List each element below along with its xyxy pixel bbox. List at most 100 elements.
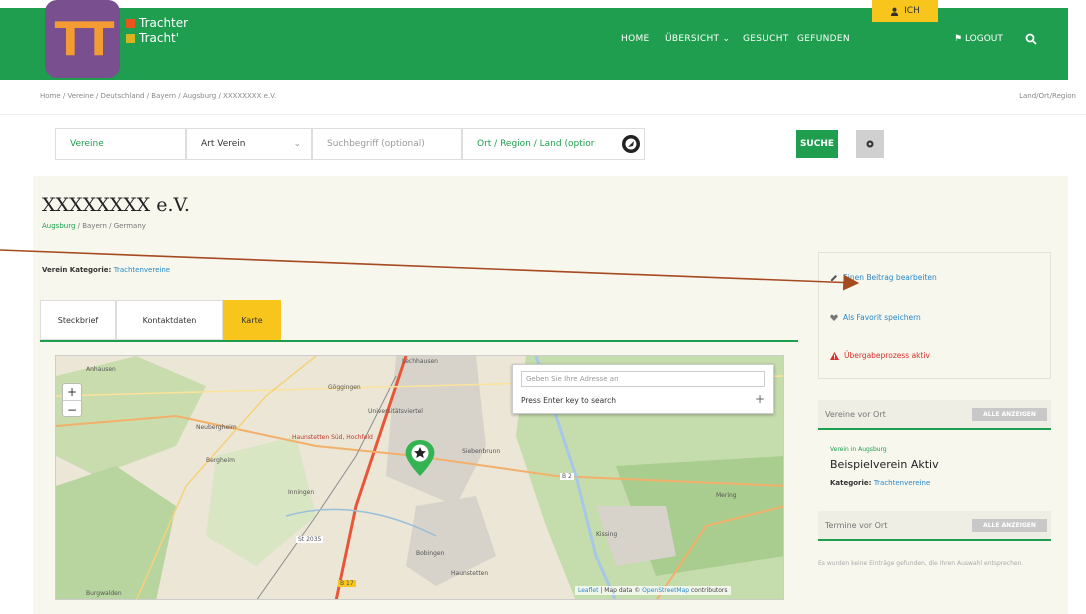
art-verein-select[interactable]: Art Verein ⌄ (186, 128, 312, 160)
tab-steckbrief[interactable]: Steckbrief (40, 300, 116, 340)
item-title[interactable]: Beispielverein Aktiv (830, 458, 939, 471)
map-label: B 2 (560, 473, 574, 480)
page: TT Trachter Tracht' HOME ÜBERSICHT ⌄ GES… (0, 0, 1086, 614)
brand-square-icon (126, 34, 135, 43)
map-label: Haunstetten (451, 570, 489, 577)
map-label: Haunstetten Süd, Hochfeld (292, 434, 373, 441)
map-label: Inningen (288, 489, 315, 496)
address-search-input[interactable]: Geben Sie Ihre Adresse an (521, 371, 765, 387)
item-category: Kategorie: Trachtenvereine (830, 479, 930, 487)
edit-entry-link[interactable]: Einen Beitrag bearbeiten (830, 273, 937, 282)
breadcrumb[interactable]: Home / Vereine / Deutschland / Bayern / … (40, 92, 276, 100)
show-all-vereine-button[interactable]: ALLE ANZEIGEN (972, 408, 1047, 421)
geocoder-panel: Geben Sie Ihre Adresse an Press Enter ke… (512, 364, 774, 414)
transfer-label: Übergabeprozess aktiv (844, 351, 930, 360)
termine-header-label: Termine vor Ort (825, 521, 888, 530)
art-verein-label: Art Verein (201, 139, 246, 149)
map-label: Universitätsviertel (368, 408, 423, 415)
nav-gefunden[interactable]: GEFUNDEN (797, 34, 850, 44)
item-category-link[interactable]: Trachtenvereine (874, 479, 930, 487)
zoom-out-button[interactable]: − (63, 401, 81, 418)
map-label: Siebenbrunn (462, 448, 501, 455)
attribution-end: contributors (689, 587, 728, 594)
tab-underline (40, 340, 798, 342)
osm-link[interactable]: OpenStreetMap (642, 587, 689, 594)
category-label: Verein Kategorie: (42, 266, 114, 274)
location-rest: / Bayern / Germany (75, 222, 146, 230)
logo[interactable]: TT (45, 0, 120, 78)
tab-label: Steckbrief (57, 315, 99, 325)
locate-icon[interactable] (621, 134, 641, 154)
logout-link[interactable]: ⚑ LOGOUT (954, 34, 1003, 44)
map-label: Göggingen (328, 384, 361, 391)
map-label: Bobingen (416, 550, 445, 557)
transfer-status[interactable]: Übergabeprozess aktiv (830, 351, 930, 360)
map-label: Neubergheim (196, 424, 237, 431)
search-submit-label: SUCHE (799, 139, 835, 149)
breadcrumb-right: Land/Ort/Region (1019, 92, 1076, 100)
geocoder-hint: Press Enter key to search (521, 396, 616, 405)
keyword-input[interactable]: Suchbegriff (optional) (312, 128, 462, 160)
keyword-placeholder: Suchbegriff (optional) (327, 139, 425, 149)
logo-text: TT (54, 12, 115, 66)
flag-icon: ⚑ (954, 34, 963, 44)
vereine-header-label: Vereine vor Ort (825, 410, 886, 419)
map-label: Bergheim (206, 457, 235, 464)
breadcrumb-bar: Home / Vereine / Deutschland / Bayern / … (0, 86, 1086, 108)
favorite-label: Als Favorit speichern (843, 313, 921, 322)
club-location: Augsburg / Bayern / Germany (42, 222, 146, 230)
map-label: Anhausen (86, 366, 116, 373)
attribution-text: | Map data © (598, 587, 643, 594)
club-category: Verein Kategorie: Trachtenvereine (42, 266, 170, 274)
search-icon[interactable] (1025, 33, 1037, 45)
edit-entry-label: Einen Beitrag bearbeiten (843, 273, 937, 282)
nav-uebersicht[interactable]: ÜBERSICHT ⌄ (665, 34, 730, 44)
show-all-termine-button[interactable]: ALLE ANZEIGEN (972, 519, 1047, 532)
pencil-icon (831, 274, 837, 281)
map-attribution: Leaflet | Map data © OpenStreetMap contr… (575, 586, 731, 595)
warning-icon (830, 351, 839, 360)
no-results-text: Es wurden keine Einträge gefunden, die I… (818, 560, 1024, 567)
vereine-select[interactable]: Vereine (55, 128, 186, 160)
map-label: Burgwalden (86, 590, 122, 597)
tab-karte[interactable]: Karte (223, 300, 281, 340)
chevron-down-icon: ⌄ (293, 139, 301, 149)
brand-wordmark[interactable]: Trachter Tracht' (126, 16, 188, 46)
category-link[interactable]: Trachtenvereine (114, 266, 170, 274)
vereine-header: Vereine vor Ort ALLE ANZEIGEN (818, 400, 1051, 430)
brand-line2: Tracht' (139, 31, 180, 45)
brand-square-icon (126, 19, 135, 28)
geocoder-plus-button[interactable]: + (755, 392, 765, 406)
item-category-label: Kategorie: (830, 479, 874, 487)
logout-label: LOGOUT (964, 34, 1003, 44)
divider (0, 114, 1086, 115)
settings-button[interactable] (856, 130, 884, 158)
region-input[interactable]: Ort / Region / Land (optior (462, 128, 645, 160)
tab-label: Karte (241, 315, 263, 325)
map-label: B 17 (338, 580, 356, 587)
user-icon (891, 7, 899, 16)
page-title: XXXXXXXX e.V. (42, 194, 190, 216)
map-label: Lechhausen (402, 358, 438, 365)
map-label: Kissing (596, 531, 618, 538)
item-location[interactable]: Verein in Augsburg (830, 446, 887, 453)
map-label: St 2035 (296, 536, 324, 543)
tab-label: Kontaktdaten (142, 315, 197, 325)
user-label: ICH (904, 6, 920, 16)
termine-header: Termine vor Ort ALLE ANZEIGEN (818, 511, 1051, 541)
region-placeholder: Ort / Region / Land (optior (477, 139, 595, 149)
brand-line1: Trachter (139, 16, 189, 30)
zoom-in-button[interactable]: + (63, 384, 81, 401)
map-label: Mering (716, 492, 737, 499)
favorite-link[interactable]: Als Favorit speichern (830, 313, 921, 322)
user-menu-tab[interactable]: ICH (872, 0, 938, 22)
location-link[interactable]: Augsburg (42, 222, 75, 230)
zoom-control: + − (62, 383, 82, 417)
leaflet-link[interactable]: Leaflet (578, 587, 598, 594)
heart-icon (830, 314, 838, 321)
nav-gesucht[interactable]: GESUCHT (743, 34, 789, 44)
vereine-label: Vereine (70, 139, 104, 149)
nav-home[interactable]: HOME (621, 34, 650, 44)
tab-kontaktdaten[interactable]: Kontaktdaten (116, 300, 223, 340)
search-submit-button[interactable]: SUCHE (796, 130, 838, 158)
